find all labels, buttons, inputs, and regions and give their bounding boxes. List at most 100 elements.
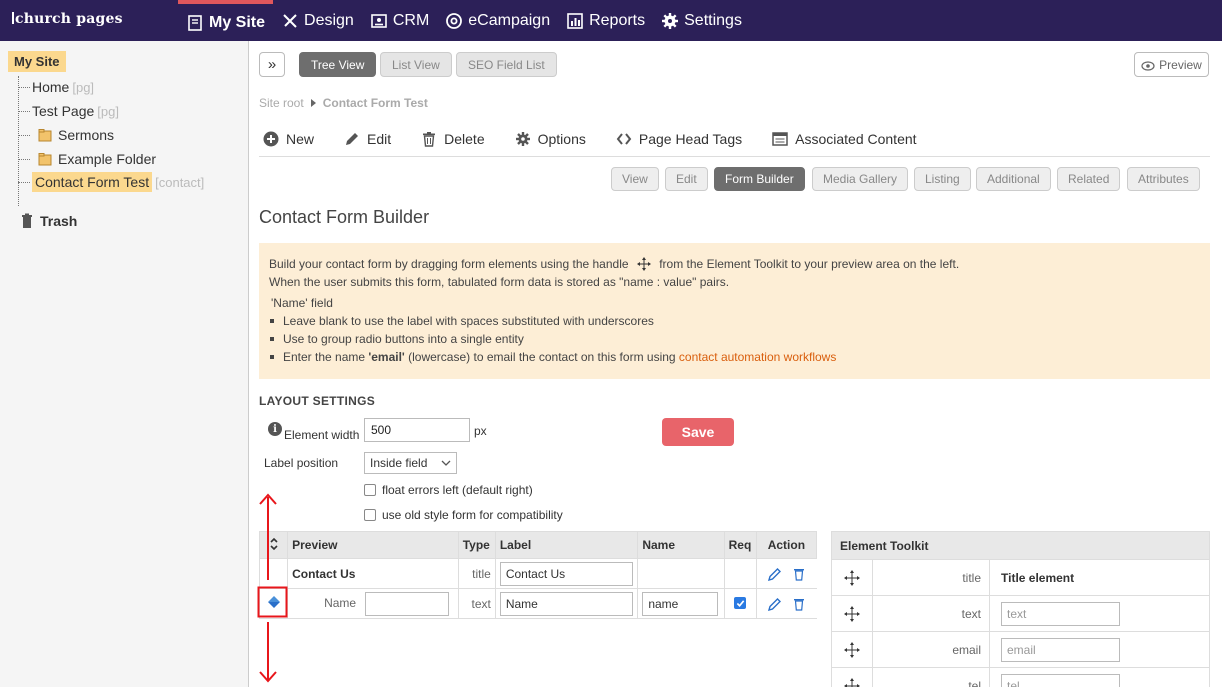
tab-form-builder[interactable]: Form Builder [714,167,805,191]
delete-action[interactable]: Delete [421,131,485,147]
tree-node-contact-form-test[interactable]: Contact Form Test [contact] [18,172,204,192]
action-cell [755,588,817,619]
tab-view[interactable]: View [611,167,659,191]
tab-listing[interactable]: Listing [914,167,971,191]
nav-design[interactable]: Design [273,0,362,41]
table-row: Name text Name name [258,588,817,619]
toolkit-type-label: title [873,560,990,595]
nav-settings[interactable]: Settings [653,0,750,41]
tree-node-label: Sermons [58,127,115,143]
instructions-box: Build your contact form by dragging form… [259,243,1210,379]
tab-edit[interactable]: Edit [665,167,708,191]
move-handle-icon[interactable] [832,668,873,687]
preview-label: Preview [1159,57,1202,72]
preview-field-input[interactable] [365,591,450,616]
main-nav: My Site Design CRM eCampaign Reports Set… [178,0,750,41]
tree-node-label: Example Folder [58,151,157,167]
tree-node-test-page[interactable]: Test Page [pg] [18,101,119,121]
drag-handle-icon[interactable] [267,596,281,612]
preview-button[interactable]: Preview [1134,52,1209,77]
table-row: Contact Us title Contact Us [258,558,817,589]
breadcrumb: Site root Contact Form Test [259,96,428,110]
preview-field-label: Name [324,595,357,610]
toolkit-type-label: tel [873,668,990,687]
move-handle-icon[interactable] [832,632,873,667]
breadcrumb-root[interactable]: Site root [259,96,304,110]
breadcrumb-current: Contact Form Test [322,96,428,110]
nav-crm[interactable]: CRM [362,0,437,41]
layout-settings-title: LAYOUT SETTINGS [259,394,376,408]
tab-list-view[interactable]: List View [380,52,452,77]
sort-icon [269,537,278,550]
associated-content-action[interactable]: Associated Content [772,131,917,147]
toolkit-tel-field: tel [1001,673,1120,687]
tree-node-example-folder[interactable]: Example Folder [18,149,156,169]
float-errors-checkbox-row[interactable]: float errors left (default right) [364,483,533,497]
info-icon[interactable]: i [268,422,282,436]
old-style-checkbox[interactable] [364,509,376,521]
element-width-input[interactable]: 500 [364,418,470,442]
preview-cell: Contact Us [287,558,459,589]
list-item: Leave blank to use the label with spaces… [269,312,1200,330]
double-chevron-right-icon: » [267,56,277,73]
chevron-down-icon [441,460,451,466]
tab-tree-view[interactable]: Tree View [299,52,377,77]
toolkit-row-tel: tel tel [831,668,1210,687]
sort-header[interactable] [258,531,289,559]
info-line-1: Build your contact form by dragging form… [269,255,1200,273]
trash-label: Trash [40,213,78,229]
info-text: Enter the name [283,350,369,364]
tree-trash[interactable]: Trash [20,213,77,229]
delete-trash-icon[interactable] [792,567,806,581]
nav-label: Design [304,11,354,29]
gear-icon [661,12,679,30]
nav-my-site[interactable]: My Site [178,0,274,41]
delete-trash-icon[interactable] [792,597,806,611]
tree-root-my-site[interactable]: My Site [8,51,66,72]
label-column-header: Label [494,531,639,559]
gear-icon [515,131,530,146]
tools-icon [281,12,299,30]
float-errors-checkbox[interactable] [364,484,376,496]
edit-pencil-icon[interactable] [767,567,782,581]
move-handle-icon[interactable] [832,596,873,631]
tab-seo-field-list[interactable]: SEO Field List [456,52,557,77]
options-action[interactable]: Options [515,131,586,147]
tree-node-sermons[interactable]: Sermons [18,125,114,145]
nav-reports[interactable]: Reports [558,0,653,41]
edit-action[interactable]: Edit [344,131,391,147]
name-input[interactable]: name [642,591,719,616]
expand-sidebar-button[interactable]: » [259,52,285,77]
info-subhead: 'Name' field [271,296,333,310]
preview-column-header: Preview [287,531,459,559]
brand-logo[interactable]: church pages [12,11,123,27]
folder-icon [38,152,52,166]
at-icon [445,12,463,30]
save-button[interactable]: Save [662,418,734,446]
info-email-keyword: 'email' [368,350,405,364]
label-input[interactable]: Contact Us [499,561,634,586]
label-input[interactable]: Name [499,591,634,616]
contact-automation-link[interactable]: contact automation workflows [679,350,836,364]
edit-pencil-icon[interactable] [767,597,782,611]
tab-related[interactable]: Related [1057,167,1121,191]
tree-node-home[interactable]: Home [pg] [18,77,94,97]
new-action[interactable]: New [263,131,314,147]
required-checkbox[interactable] [734,597,747,609]
label-position-select[interactable]: Inside field [364,452,457,474]
tab-additional[interactable]: Additional [976,167,1051,191]
nav-ecampaign[interactable]: eCampaign [437,0,558,41]
action-cell [755,558,817,589]
drag-cell [258,558,288,589]
nav-label: CRM [392,11,430,29]
tab-media-gallery[interactable]: Media Gallery [812,167,909,191]
name-cell: name [637,588,725,619]
page-head-tags-action[interactable]: Page Head Tags [616,131,742,147]
info-text: Build your contact form by dragging form… [269,257,629,271]
toolkit-email-field: email [1001,637,1120,662]
sidebar-tree: My Site Home [pg] Test Page [pg] Sermons E… [0,41,249,687]
tab-attributes[interactable]: Attributes [1127,167,1200,191]
move-handle-icon[interactable] [832,560,873,595]
old-style-checkbox-row[interactable]: use old style form for compatibility [364,508,563,522]
info-line-2: When the user submits this form, tabulat… [269,275,730,289]
